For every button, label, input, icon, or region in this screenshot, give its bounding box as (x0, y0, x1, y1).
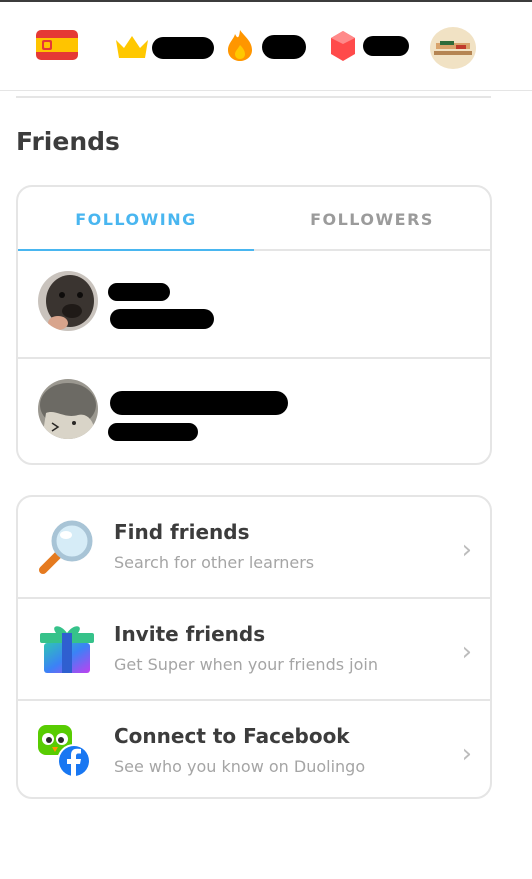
tab-followers[interactable]: FOLLOWERS (254, 187, 490, 249)
invite-friends-row[interactable]: Invite friends Get Super when your frien… (18, 597, 490, 699)
gem-icon[interactable] (329, 30, 357, 62)
magnifier-icon (39, 520, 93, 574)
invite-friends-title: Invite friends (114, 622, 266, 646)
actions-card: Find friends Search for other learners ›… (16, 495, 492, 799)
friends-card: FOLLOWING FOLLOWERS (16, 185, 492, 465)
following-row[interactable] (18, 251, 490, 357)
friends-heading: Friends (16, 127, 120, 156)
friends-tabs: FOLLOWING FOLLOWERS (18, 187, 490, 251)
tab-following[interactable]: FOLLOWING (18, 187, 254, 251)
crown-icon[interactable] (114, 32, 150, 60)
find-friends-title: Find friends (114, 520, 250, 544)
find-friends-row[interactable]: Find friends Search for other learners › (18, 497, 490, 597)
chevron-right-icon: › (461, 739, 472, 769)
following-username-redacted (110, 309, 214, 329)
gift-icon (40, 626, 94, 673)
facebook-icon (38, 725, 91, 778)
fire-icon[interactable] (226, 29, 254, 62)
streak-count-redacted (262, 35, 306, 59)
divider (16, 96, 491, 98)
chevron-right-icon: › (461, 535, 472, 565)
following-name-redacted (108, 283, 170, 301)
connect-facebook-title: Connect to Facebook (114, 724, 350, 748)
gems-count-redacted (363, 36, 409, 56)
top-bar (0, 2, 532, 91)
spain-flag-icon[interactable] (36, 30, 78, 60)
invite-friends-subtitle: Get Super when your friends join (114, 655, 378, 674)
crowns-count-redacted (152, 37, 214, 59)
hedgehog-avatar[interactable] (38, 379, 98, 439)
connect-facebook-subtitle: See who you know on Duolingo (114, 757, 366, 776)
following-name-redacted (110, 391, 288, 415)
following-username-redacted (108, 423, 198, 441)
find-friends-subtitle: Search for other learners (114, 553, 315, 572)
chevron-right-icon: › (461, 637, 472, 667)
dog-avatar[interactable] (38, 271, 98, 331)
following-row[interactable] (18, 357, 490, 463)
profile-avatar[interactable] (430, 27, 476, 69)
connect-facebook-row[interactable]: Connect to Facebook See who you know on … (18, 699, 490, 797)
